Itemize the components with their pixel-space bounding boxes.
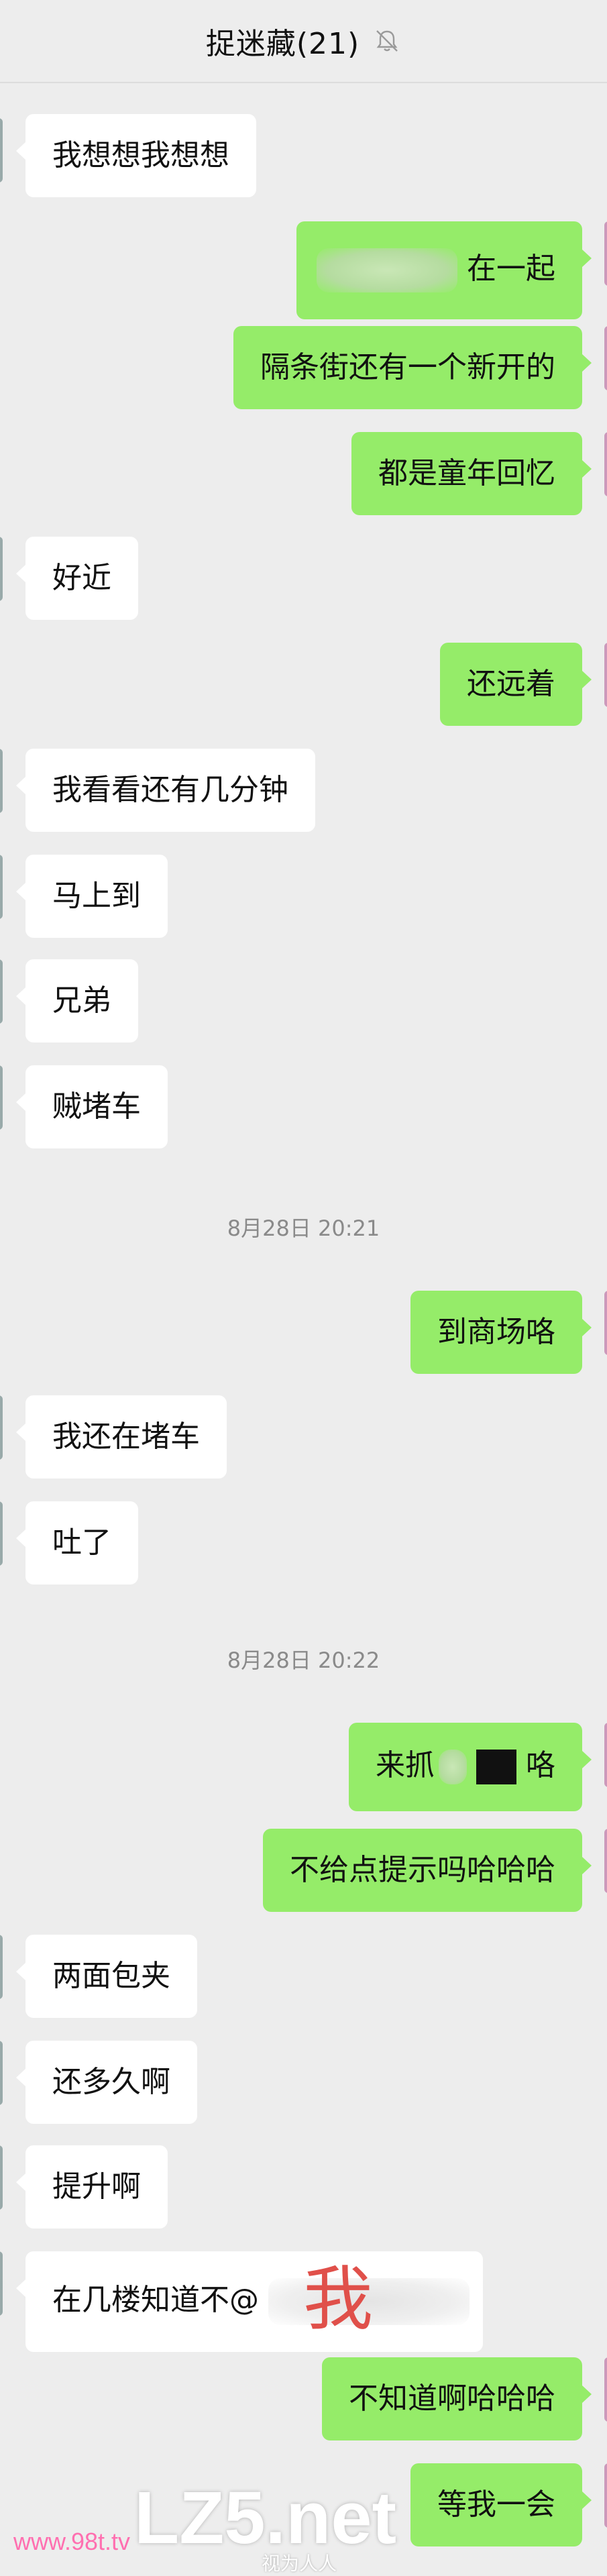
timestamp: 8月28日 20:22 [227, 1648, 380, 1673]
bell-muted-icon [373, 27, 401, 55]
message-text: 隔条街还有一个新开的 [260, 350, 555, 384]
message-text: 在几楼知道不@ [52, 2283, 259, 2317]
message-text: 提升啊 [52, 2169, 141, 2204]
message-bubble-incoming[interactable]: 提升啊 [16, 2145, 168, 2229]
timestamp: 8月28日 20:21 [227, 1216, 380, 1241]
message-text: 贼堵车 [52, 1089, 141, 1124]
message-text: 到商场咯 [437, 1315, 555, 1349]
message-list[interactable]: 我想想我想想 在一起 隔条街还有一个新开的 都是童年回忆 好近 还远着 我看看还… [0, 83, 607, 2568]
avatar[interactable] [604, 643, 607, 707]
message-bubble-outgoing[interactable]: 等我一会 [410, 2463, 592, 2546]
mention-overlay: 我 [303, 2258, 374, 2340]
message-text: 我想想我想想 [52, 138, 229, 172]
avatar[interactable] [0, 1395, 3, 1460]
avatar[interactable] [0, 118, 3, 182]
message-bubble-incoming[interactable]: 我看看还有几分钟 [16, 749, 315, 832]
message-bubble-incoming[interactable]: 贼堵车 [16, 1065, 168, 1148]
message-bubble-outgoing[interactable]: 还远着 [440, 643, 592, 726]
avatar[interactable] [604, 1723, 607, 1787]
message-bubble-outgoing[interactable]: 都是童年回忆 [351, 432, 592, 515]
watermark-site: www.98t.tv [13, 2528, 131, 2555]
avatar[interactable] [604, 221, 607, 286]
redaction-blur [317, 248, 457, 292]
avatar[interactable] [604, 1291, 607, 1355]
avatar[interactable] [0, 959, 3, 1024]
message-text: 两面包夹 [52, 1959, 170, 1993]
message-text: 咯 [526, 1748, 555, 1782]
message-bubble-outgoing[interactable]: 不给点提示吗哈哈哈 [263, 1829, 592, 1912]
avatar[interactable] [0, 1065, 3, 1130]
message-text: 都是童年回忆 [378, 456, 555, 490]
avatar[interactable] [0, 2145, 3, 2210]
avatar[interactable] [604, 2463, 607, 2528]
avatar[interactable] [0, 1501, 3, 1566]
avatar[interactable] [0, 749, 3, 813]
message-text: 还远着 [467, 667, 555, 701]
chat-title: 捉迷藏(21) [205, 27, 360, 61]
avatar[interactable] [0, 537, 3, 601]
watermark-sub: 视为人人 [262, 2553, 337, 2575]
message-bubble-incoming[interactable]: 马上到 [16, 855, 168, 938]
message-text: 兄弟 [52, 983, 111, 1018]
avatar[interactable] [0, 1935, 3, 1999]
message-text: 等我一会 [437, 2487, 555, 2522]
message-bubble-outgoing[interactable]: 到商场咯 [410, 1291, 592, 1374]
message-bubble-incoming[interactable]: 吐了 [16, 1501, 138, 1585]
message-text: 吐了 [52, 1525, 111, 1560]
avatar[interactable] [604, 326, 607, 390]
avatar[interactable] [604, 2357, 607, 2422]
message-text: 不给点提示吗哈哈哈 [290, 1853, 555, 1887]
message-bubble-outgoing[interactable]: 隔条街还有一个新开的 [233, 326, 592, 409]
redaction-block [476, 1750, 516, 1784]
redaction-blur [439, 1750, 467, 1784]
chat-header: 捉迷藏(21) [0, 0, 607, 83]
avatar[interactable] [0, 2251, 3, 2316]
avatar[interactable] [604, 1829, 607, 1893]
message-bubble-incoming[interactable]: 两面包夹 [16, 1935, 197, 2018]
message-text: 还多久啊 [52, 2065, 170, 2099]
message-bubble-incoming[interactable]: 我还在堵车 [16, 1395, 227, 1479]
message-bubble-incoming[interactable]: 兄弟 [16, 959, 138, 1042]
message-text: 不知道啊哈哈哈 [349, 2381, 555, 2416]
message-bubble-incoming[interactable]: 在几楼知道不@ [16, 2251, 483, 2352]
message-bubble-incoming[interactable]: 我想想我想想 [16, 114, 256, 197]
message-bubble-incoming[interactable]: 好近 [16, 537, 138, 620]
message-bubble-outgoing[interactable]: 不知道啊哈哈哈 [322, 2357, 592, 2440]
watermark-logo: LZ5.net [134, 2477, 397, 2559]
avatar[interactable] [604, 432, 607, 496]
message-bubble-outgoing[interactable]: 来抓 咯 [349, 1723, 592, 1811]
message-text: 在一起 [467, 252, 555, 286]
message-text: 马上到 [52, 879, 141, 913]
message-text: 我还在堵车 [52, 1419, 200, 1454]
message-text: 我看看还有几分钟 [52, 773, 288, 807]
avatar[interactable] [0, 855, 3, 919]
message-bubble-outgoing[interactable]: 在一起 [296, 221, 592, 319]
message-text: 好近 [52, 561, 111, 595]
avatar[interactable] [0, 2041, 3, 2105]
message-text: 来抓 [376, 1748, 435, 1782]
message-bubble-incoming[interactable]: 还多久啊 [16, 2041, 197, 2124]
